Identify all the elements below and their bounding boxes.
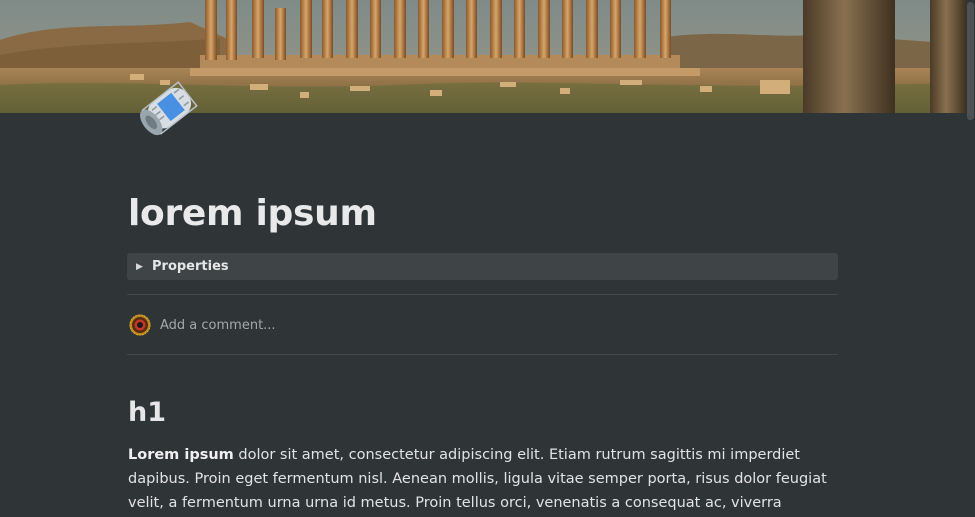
paragraph-text: dolor sit amet, consectetur adipiscing e… — [128, 447, 827, 511]
paragraph-bold-text: Lorem ipsum — [128, 447, 234, 463]
divider — [127, 354, 838, 355]
paragraph-block[interactable]: Lorem ipsum dolor sit amet, consectetur … — [128, 443, 840, 517]
properties-label: Properties — [152, 259, 229, 274]
comment-row[interactable]: Add a comment... — [129, 312, 838, 338]
scrollbar-track[interactable] — [966, 0, 975, 517]
scrollbar-thumb[interactable] — [967, 2, 974, 120]
notion-page: lorem ipsum ▶ Properties Add a comment..… — [0, 0, 975, 517]
divider — [127, 294, 838, 295]
page-title[interactable]: lorem ipsum — [128, 189, 377, 239]
comment-input[interactable]: Add a comment... — [160, 318, 276, 333]
newspaper-icon[interactable] — [128, 70, 210, 152]
user-avatar-icon — [129, 314, 151, 336]
properties-toggle[interactable]: ▶ Properties — [127, 253, 838, 280]
caret-right-icon: ▶ — [136, 261, 143, 272]
heading-1[interactable]: h1 — [128, 393, 166, 433]
